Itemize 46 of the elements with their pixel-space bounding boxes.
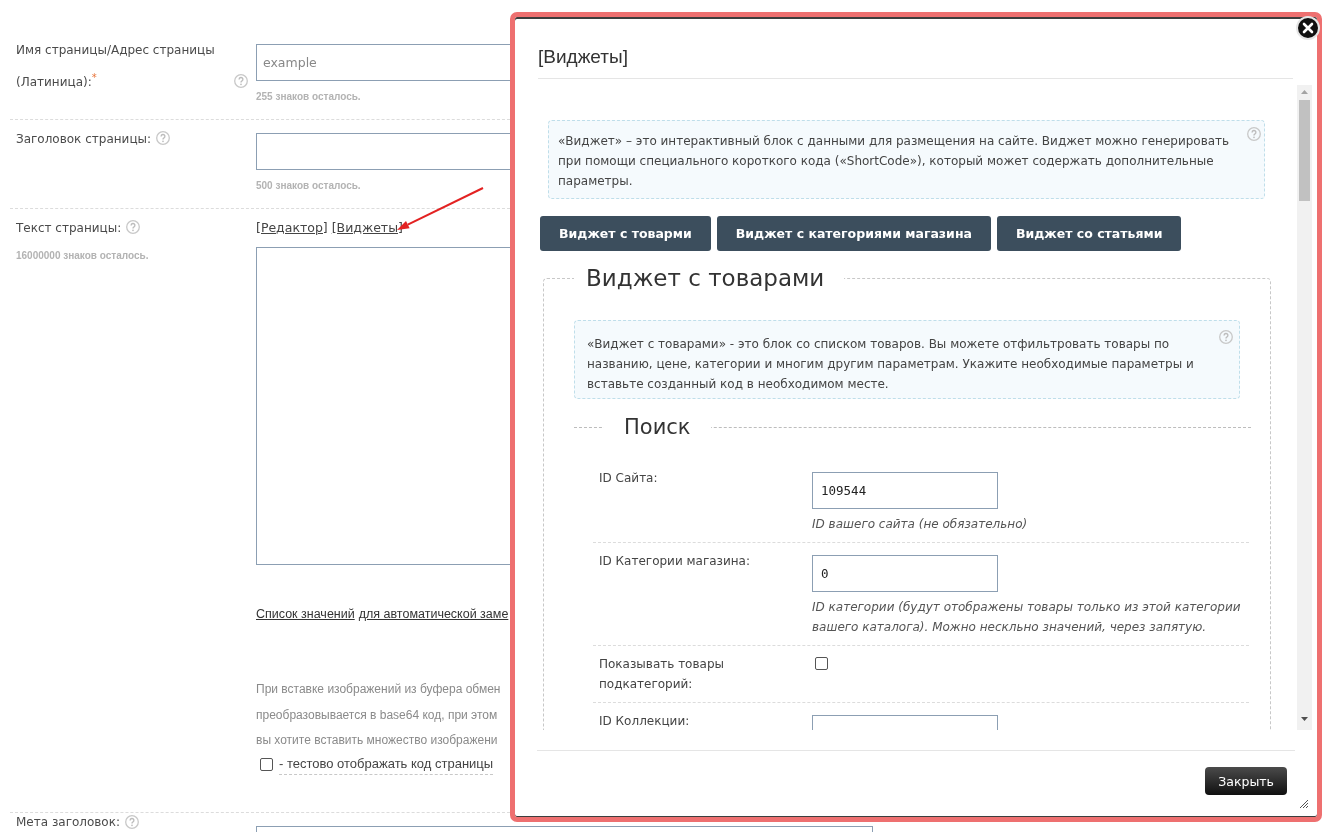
input-field[interactable]: [256, 825, 873, 832]
section-title: Виджет с товарами: [585, 264, 826, 293]
resize-grip-icon[interactable]: [1300, 800, 1308, 808]
field-label: Имя страницы/Адрес страницы (Латиница):$^{*}$: [16, 42, 216, 91]
close-button[interactable]: Закрыть: [1205, 767, 1287, 795]
help-icon[interactable]: [1247, 127, 1261, 141]
widget-button[interactable]: Виджет с товарми: [540, 216, 711, 251]
paste-note: При вставке изображений из буфера обмен преобразовывается в base64 код, при этом вы хотите вставить множество изображени: [256, 681, 501, 749]
text-link[interactable]: для автоматической заме: [358, 604, 509, 624]
character-counter: 16000000 знаков осталось.: [16, 249, 149, 263]
dialog-title: [Виджеты]: [538, 46, 628, 67]
scrollbar[interactable]: [1297, 85, 1312, 730]
field-label: ID Категории магазина:: [599, 553, 750, 570]
field-hint: ID категории (будут отображены товары только из этой категории вашего каталога). Можно нескльно значений, через запятую.: [812, 599, 1242, 636]
input-field[interactable]: 109544: [812, 472, 998, 509]
text-link[interactable]: Список значений: [256, 604, 355, 624]
input-field[interactable]: example: [256, 44, 510, 81]
character-counter: 255 знаков осталось.: [256, 90, 361, 104]
field-label: Показывать товары подкатегорий:: [599, 656, 725, 693]
editor-link[interactable]: [Редактор]: [256, 214, 328, 242]
widget-button[interactable]: Виджет с категориями магазина: [716, 216, 991, 251]
input-field[interactable]: [256, 133, 510, 170]
info-text: «Виджет» – это интерактивный блок с данными для размещения на сайте. Виджет можно генерировать при помощи специального короткого кода («ShortCode»), который может содержать дополнительные параметры.: [558, 134, 1230, 188]
checkbox[interactable]: [260, 758, 273, 771]
field-label: Текст страницы:: [16, 220, 122, 237]
field-hint: ID вашего сайта (не обязательно): [812, 516, 1028, 533]
editor-link[interactable]: [Виджеты]: [331, 214, 403, 242]
help-icon[interactable]: [125, 814, 139, 829]
info-text: «Виджет с товарами» - это блок со списком товаров. Вы можете отфильтровать товары по названию, цене, категории и многим другим параметрам. Укажите необходимые параметры и вставьте созданный код в необходимом месте.: [587, 337, 1194, 391]
character-counter: 500 знаков осталось.: [256, 179, 361, 193]
group-title: Поиск: [623, 414, 692, 441]
help-icon[interactable]: [156, 131, 171, 145]
field-label: Мета заголовок:: [16, 813, 120, 830]
text-area[interactable]: [256, 247, 510, 565]
checkbox-label: - тестово отображать код страницы: [279, 754, 494, 775]
field-label: ID Коллекции:: [599, 713, 690, 730]
field-label: ID Сайта:: [599, 470, 658, 487]
widget-button[interactable]: Виджет со статьями: [996, 216, 1182, 251]
input-field[interactable]: [812, 715, 998, 730]
help-icon[interactable]: [126, 220, 141, 234]
field-label: Заголовок страницы:: [16, 131, 152, 148]
help-icon[interactable]: [1219, 330, 1233, 344]
input-field[interactable]: 0: [812, 555, 998, 592]
close-icon[interactable]: [1296, 16, 1320, 40]
help-icon[interactable]: [234, 74, 248, 88]
checkbox[interactable]: [815, 657, 828, 670]
